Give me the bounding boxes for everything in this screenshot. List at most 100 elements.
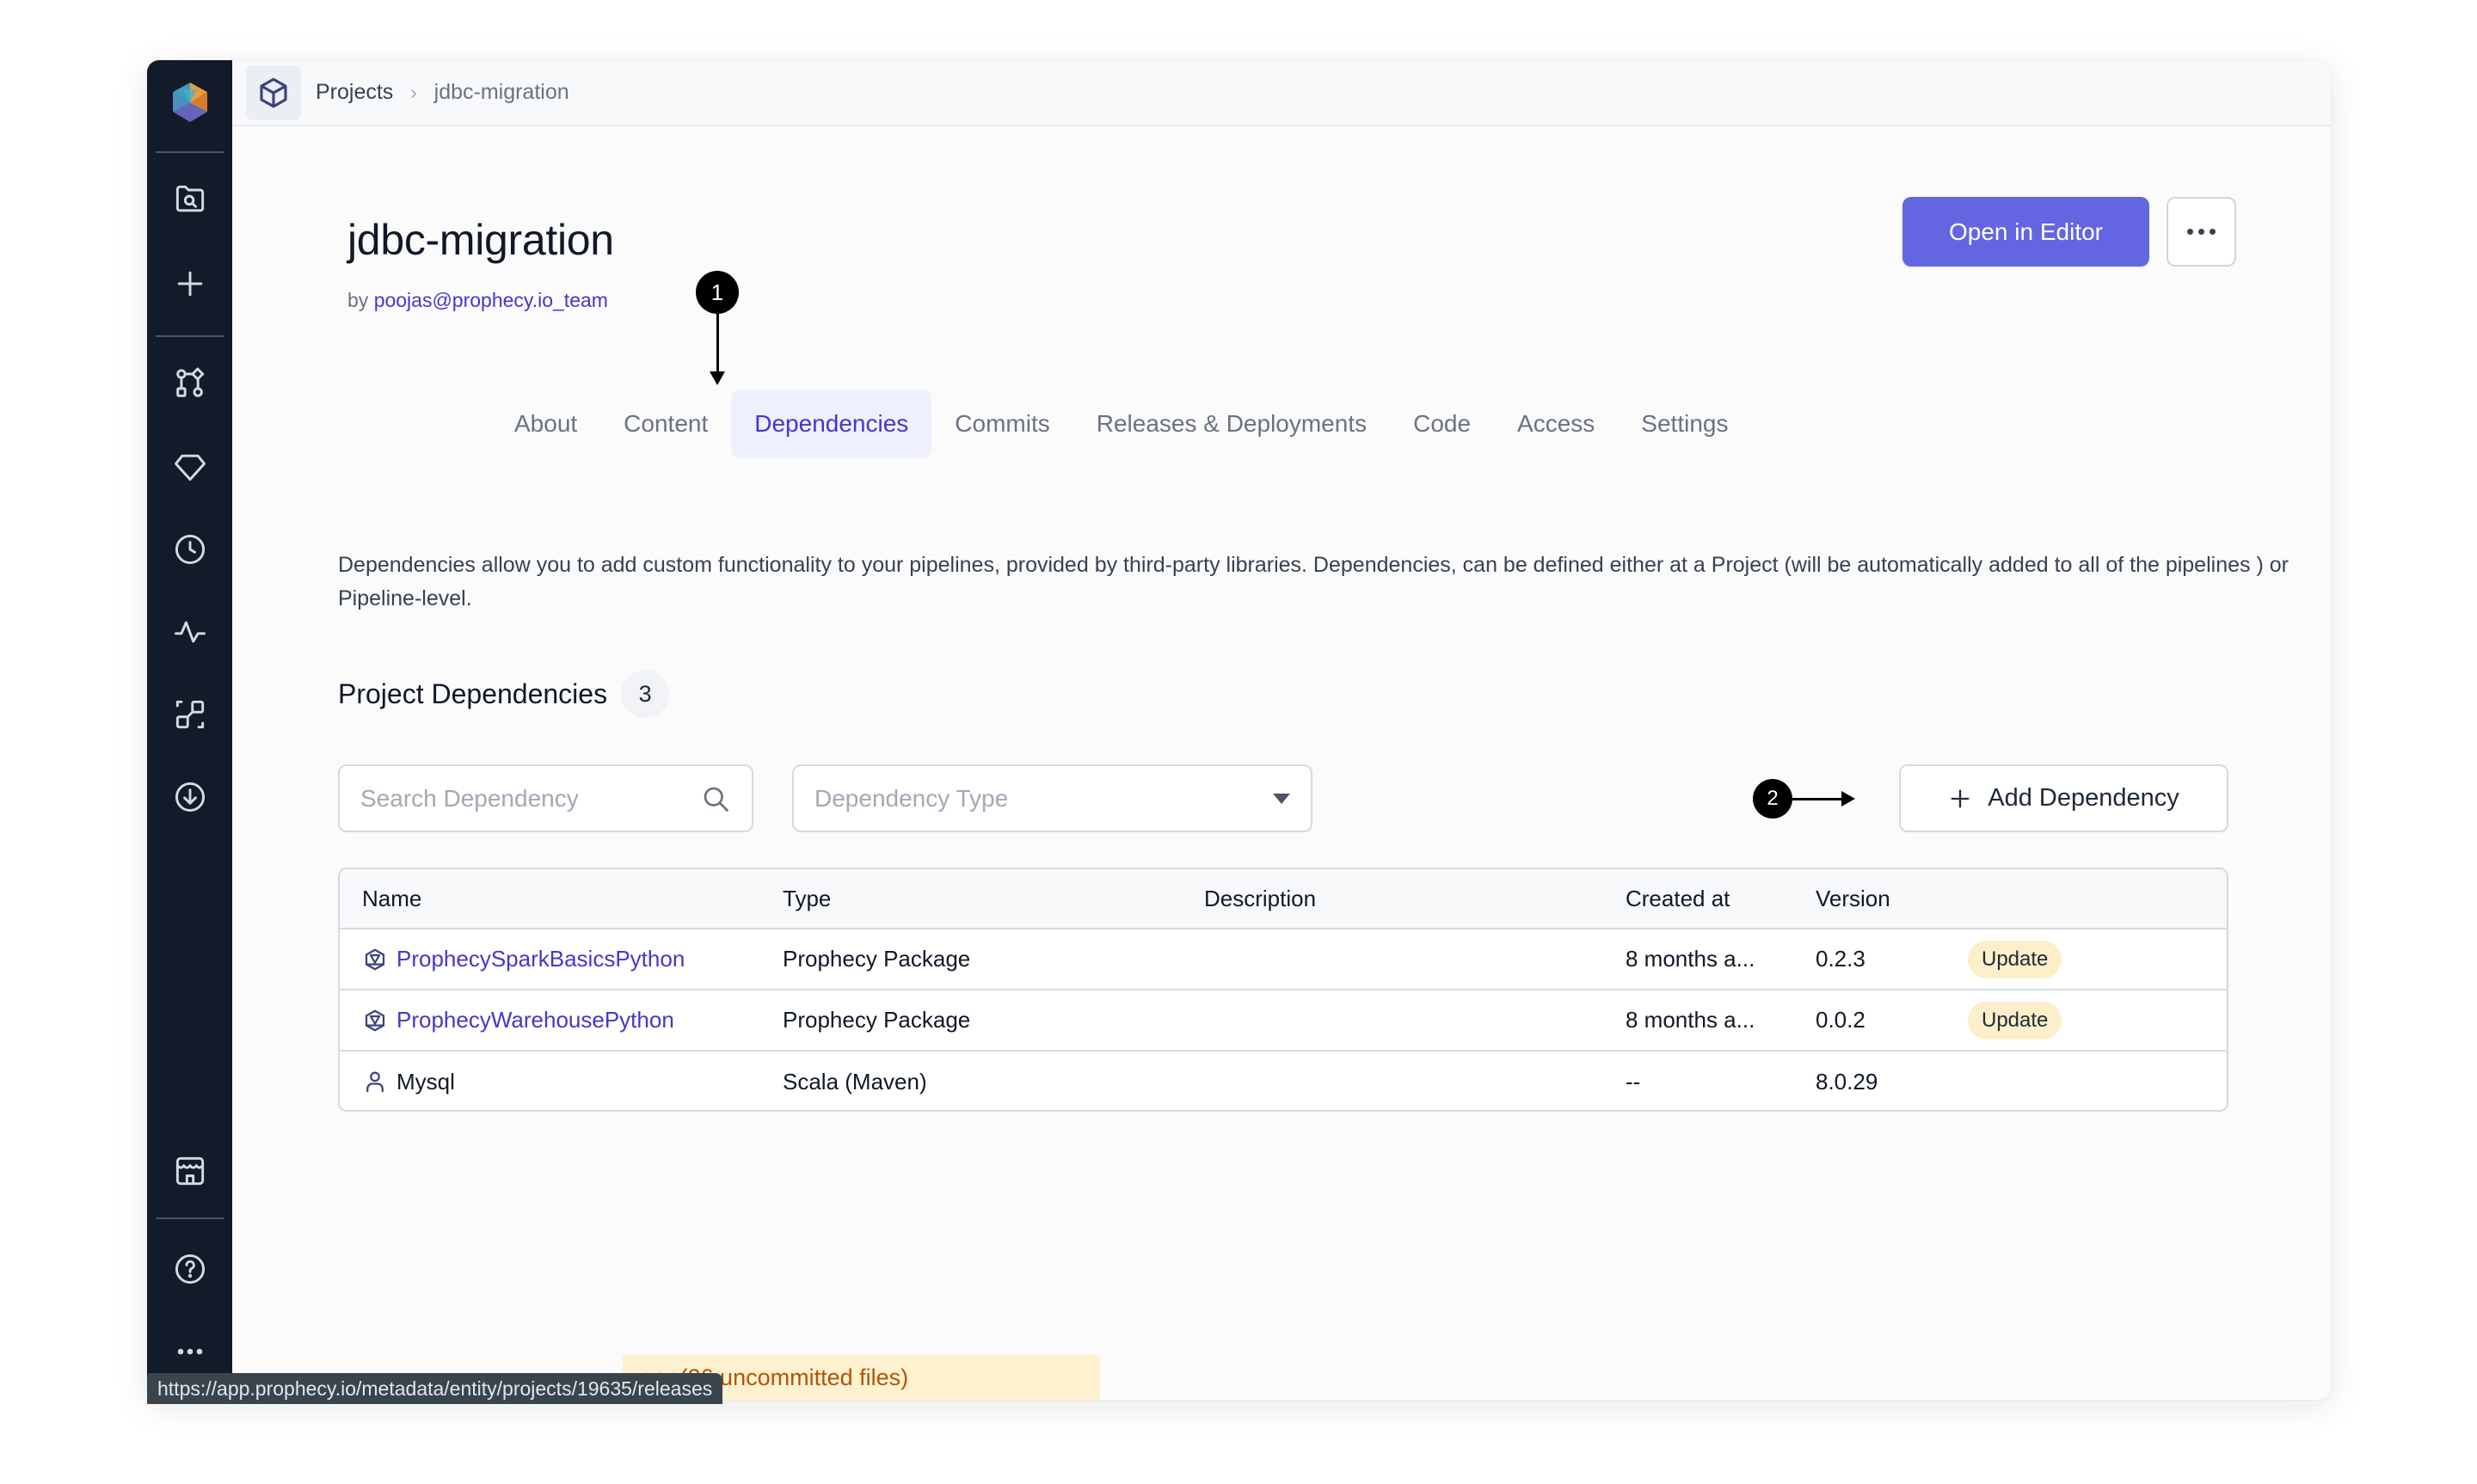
page-title: jdbc-migration	[347, 216, 614, 264]
lineage-icon	[175, 700, 205, 729]
diamond-icon	[175, 454, 206, 481]
tab-code[interactable]: Code	[1390, 389, 1494, 458]
tab-settings[interactable]: Settings	[1618, 389, 1751, 458]
update-button[interactable]: Update	[1968, 940, 2062, 978]
dependency-version-cell: 0.0.2	[1816, 1007, 1865, 1033]
breadcrumb-current: jdbc-migration	[433, 80, 569, 104]
sidebar-item-marketplace[interactable]	[171, 1152, 209, 1190]
sidebar	[147, 60, 232, 1400]
more-horizontal-icon	[177, 1348, 203, 1355]
project-dependencies-heading: Project Dependencies 3	[338, 670, 670, 718]
dependency-created-cell: --	[1626, 1068, 1641, 1095]
table-row[interactable]: ProphecySparkBasicsPython Prophecy Packa…	[340, 929, 2227, 990]
caret-down-icon	[1273, 793, 1290, 804]
search-input[interactable]	[360, 784, 700, 813]
sidebar-item-pipelines[interactable]	[171, 365, 209, 402]
dependencies-table: Name Type Description Created at Version…	[338, 868, 2228, 1112]
add-dependency-label: Add Dependency	[1988, 784, 2179, 812]
by-label: by	[347, 289, 369, 311]
dot	[2210, 229, 2216, 235]
sidebar-item-browse[interactable]	[171, 181, 209, 218]
dependencies-description: Dependencies allow you to add custom fun…	[338, 553, 2289, 610]
dependency-created-cell: 8 months a...	[1626, 946, 1755, 972]
sidebar-item-observability[interactable]	[171, 613, 209, 651]
app-window: Projects › jdbc-migration jdbc-migration…	[147, 60, 2331, 1400]
sidebar-item-jobs[interactable]	[171, 530, 209, 568]
dependency-type-select[interactable]: Dependency Type	[792, 764, 1312, 832]
tab-commits[interactable]: Commits	[931, 389, 1073, 458]
tab-content[interactable]: Content	[600, 389, 731, 458]
breadcrumb-separator: ›	[410, 81, 417, 103]
graph-nodes-icon	[176, 367, 205, 397]
prophecy-package-icon	[365, 948, 385, 970]
annotation-marker-1: 1	[696, 271, 739, 314]
sidebar-item-more[interactable]	[171, 1333, 209, 1371]
dependency-type-cell: Scala (Maven)	[783, 1068, 927, 1095]
annotation-arrowhead-1	[710, 371, 725, 385]
add-dependency-button[interactable]: Add Dependency	[1899, 764, 2228, 832]
prophecy-logo-icon[interactable]	[166, 79, 214, 127]
dependency-name-cell: ProphecyWarehousePython	[362, 1007, 674, 1033]
search-icon[interactable]	[700, 783, 731, 814]
sidebar-item-lineage[interactable]	[171, 696, 209, 733]
update-cell: Update	[1968, 940, 2062, 978]
table-row[interactable]: Mysql Scala (Maven) -- 8.0.29	[340, 1052, 2227, 1110]
annotation-arrow-1	[716, 314, 719, 374]
sidebar-item-gems[interactable]	[171, 448, 209, 486]
dot	[2187, 229, 2193, 235]
column-header-version[interactable]: Version	[1816, 886, 1890, 912]
column-header-description[interactable]: Description	[1204, 886, 1316, 912]
sidebar-divider	[156, 1217, 224, 1219]
plus-icon	[177, 271, 203, 297]
annotation-arrow-2	[1792, 798, 1842, 800]
dependency-link[interactable]: ProphecySparkBasicsPython	[396, 946, 685, 972]
sidebar-item-deployments[interactable]	[171, 778, 209, 816]
store-icon	[175, 1156, 205, 1186]
dependency-type-cell: Prophecy Package	[783, 1007, 971, 1033]
folder-search-icon	[175, 185, 205, 212]
search-dependency-field[interactable]	[338, 764, 753, 832]
tab-dependencies[interactable]: Dependencies	[731, 389, 932, 458]
project-cube-icon-box	[246, 64, 301, 120]
status-bar-url-tooltip: https://app.prophecy.io/metadata/entity/…	[147, 1373, 723, 1404]
sidebar-item-create[interactable]	[171, 265, 209, 303]
owner-link[interactable]: poojas@prophecy.io_team	[374, 289, 608, 311]
tab-about[interactable]: About	[491, 389, 600, 458]
update-button[interactable]: Update	[1968, 1001, 2062, 1039]
dependency-version-cell: 0.2.3	[1816, 946, 1865, 972]
breadcrumb-projects[interactable]: Projects	[316, 80, 393, 105]
open-in-editor-button[interactable]: Open in Editor	[1902, 197, 2149, 267]
help-circle-icon	[175, 1254, 206, 1285]
activity-icon	[175, 621, 206, 643]
column-header-name[interactable]: Name	[362, 886, 421, 912]
annotation-arrowhead-2	[1841, 791, 1855, 806]
dependency-count-badge: 3	[621, 670, 670, 718]
dependency-type-cell: Prophecy Package	[783, 946, 971, 972]
table-row[interactable]: ProphecyWarehousePython Prophecy Package…	[340, 990, 2227, 1052]
dependency-created-cell: 8 months a...	[1626, 1007, 1755, 1033]
dependency-name-cell: ProphecySparkBasicsPython	[362, 946, 685, 972]
sidebar-item-help[interactable]	[171, 1250, 209, 1288]
more-options-button[interactable]	[2167, 197, 2236, 267]
section-title-label: Project Dependencies	[338, 678, 608, 709]
column-header-type[interactable]: Type	[783, 886, 831, 912]
dependency-name-cell: Mysql	[362, 1069, 455, 1095]
tab-access[interactable]: Access	[1494, 389, 1618, 458]
annotation-marker-2: 2	[1753, 779, 1792, 819]
project-tabs: About Content Dependencies Commits Relea…	[491, 389, 1751, 458]
dependency-version-cell: 8.0.29	[1816, 1068, 1878, 1095]
tab-releases-deployments[interactable]: Releases & Deployments	[1073, 389, 1390, 458]
sidebar-divider	[156, 335, 224, 337]
breadcrumb: Projects › jdbc-migration	[232, 60, 2331, 126]
dependency-link[interactable]: ProphecyWarehousePython	[396, 1007, 674, 1033]
prophecy-package-icon	[365, 1009, 385, 1031]
download-circle-icon	[175, 782, 206, 813]
column-header-created-at[interactable]: Created at	[1626, 886, 1730, 912]
update-cell: Update	[1968, 1001, 2062, 1039]
dependency-name: Mysql	[396, 1068, 455, 1095]
table-header: Name Type Description Created at Version	[340, 869, 2227, 929]
dependency-type-placeholder: Dependency Type	[814, 784, 1009, 812]
user-icon	[366, 1071, 384, 1093]
project-owner: by poojas@prophecy.io_team	[347, 289, 608, 312]
dot	[2198, 229, 2204, 235]
